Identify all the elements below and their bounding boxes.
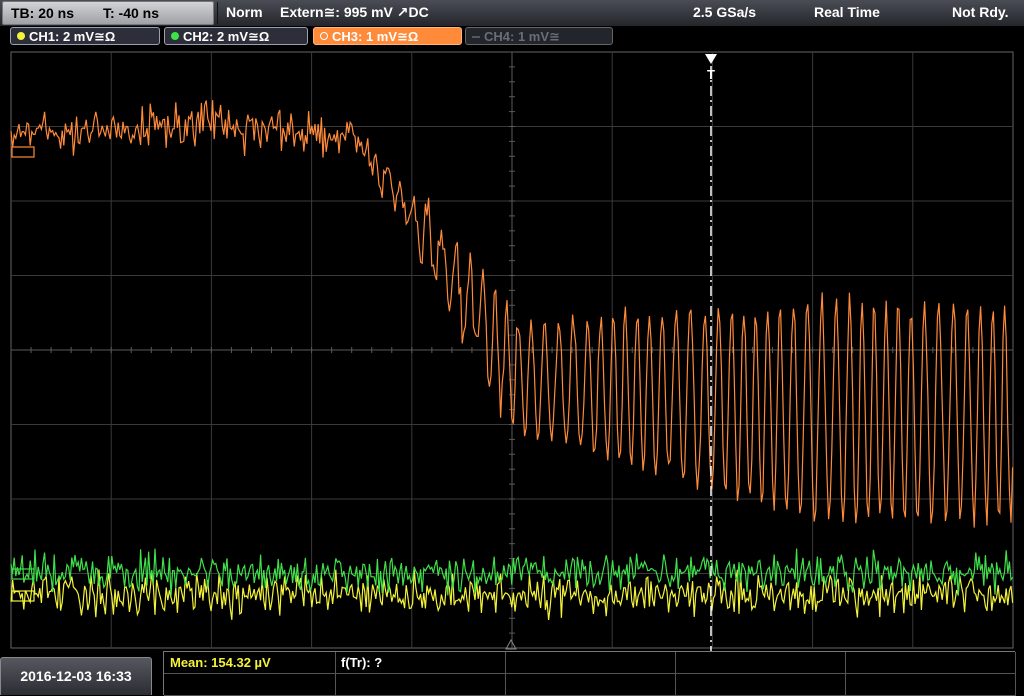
channel-1-dot-icon [17,32,25,40]
channel-4-label: CH4: 1 mV≅ [484,29,560,44]
measurement-table[interactable]: Mean: 154.32 µV f(Tr): ? [163,651,1016,696]
timebase-readout: TB: 20 ns [11,5,75,21]
channel-bar: CH1: 2 mV≅Ω CH2: 2 mV≅Ω CH3: 1 mV≅Ω CH4:… [0,26,1024,48]
measurement-cell [506,652,676,674]
channel-1-label: CH1: 2 mV≅Ω [29,29,116,44]
timebase-box[interactable]: TB: 20 ns T: -40 ns [2,1,214,25]
date-time-box: 2016-12-03 16:33 [0,657,152,695]
channel-2-label: CH2: 2 mV≅Ω [183,29,270,44]
measurement-cell [506,674,676,696]
channel-2-dot-icon [171,32,179,40]
channel-3-label: CH3: 1 mV≅Ω [332,29,419,44]
measurement-frequency: f(Tr): ? [341,655,383,670]
measurement-cell [336,674,506,696]
trigger-marker-label: T [707,67,715,82]
trigger-time-readout: T: -40 ns [103,5,160,21]
status-bar: TB: 20 ns T: -40 ns Norm Extern≅: 995 mV… [0,0,1024,27]
measurement-cell [676,652,846,674]
channel-2-tab[interactable]: CH2: 2 mV≅Ω [164,27,308,45]
channel-3-dot-icon [320,32,328,40]
channel-4-tab[interactable]: CH4: 1 mV≅ [465,27,613,45]
trigger-mode[interactable]: Norm [226,3,263,21]
run-status: Not Rdy. [952,4,1009,20]
measurement-cell [846,652,1016,674]
separator [217,2,218,24]
bottom-bar: 2016-12-03 16:33 Mean: 154.32 µV f(Tr): … [0,651,1024,696]
acquisition-mode[interactable]: Real Time [814,3,880,21]
date-time: 2016-12-03 16:33 [20,668,132,684]
channel-4-dot-icon [472,36,480,38]
channel-3-tab[interactable]: CH3: 1 mV≅Ω [313,27,462,45]
measurement-cell [164,674,336,696]
channel-1-tab[interactable]: CH1: 2 mV≅Ω [10,27,160,45]
sample-rate[interactable]: 2.5 GSa/s [693,3,756,21]
measurement-cell [846,674,1016,696]
measurement-cell [676,674,846,696]
trigger-source[interactable]: Extern≅: 995 mV ↗DC [280,3,429,21]
waveform-display[interactable]: T [0,48,1024,651]
measurement-mean: Mean: 154.32 µV [170,655,271,670]
